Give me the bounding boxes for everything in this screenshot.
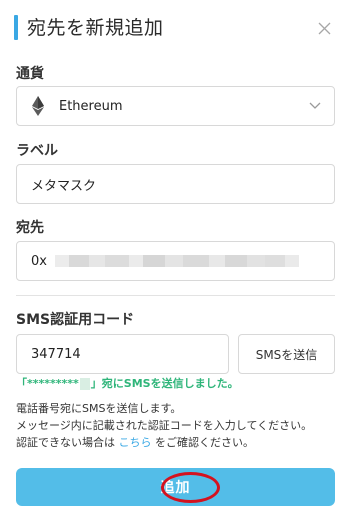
sms-sent-message: 「********* 」宛にSMSを送信しました。 bbox=[16, 374, 239, 394]
note-line-3: 認証できない場合は こちら をご確認ください。 bbox=[16, 434, 312, 451]
sms-sent-suffix: 」宛にSMSを送信しました。 bbox=[90, 377, 239, 390]
address-prefix: 0x bbox=[31, 253, 47, 269]
note-line-3-prefix: 認証できない場合は bbox=[16, 436, 119, 449]
destination-address-input[interactable]: 0x bbox=[16, 241, 335, 281]
note-line-2: メッセージ内に記載された認証コードを入力してください。 bbox=[16, 419, 313, 432]
highlight-circle-annotation bbox=[161, 472, 220, 503]
close-icon[interactable] bbox=[312, 16, 336, 40]
label-field-label: ラベル bbox=[16, 143, 58, 159]
sms-instructions: 電話番号宛にSMSを送信します。 メッセージ内に記載された認証コードを入力してく… bbox=[16, 400, 312, 451]
destination-label: 宛先 bbox=[16, 220, 44, 236]
modal-title: 宛先を新規追加 bbox=[27, 17, 164, 39]
send-sms-button[interactable]: SMSを送信 bbox=[238, 334, 335, 374]
redacted-phone-block bbox=[79, 378, 90, 390]
sms-sent-prefix: 「********* bbox=[16, 377, 79, 390]
help-link[interactable]: こちら bbox=[119, 436, 152, 449]
title-accent-bar bbox=[14, 15, 18, 40]
note-line-3-suffix: をご確認ください。 bbox=[151, 436, 254, 449]
address-redacted bbox=[54, 255, 299, 267]
currency-select[interactable]: Ethereum bbox=[16, 86, 335, 126]
add-button[interactable]: 追加 bbox=[16, 468, 335, 506]
ethereum-icon bbox=[29, 95, 47, 117]
note-line-1: 電話番号宛にSMSを送信します。 bbox=[16, 402, 182, 415]
section-divider bbox=[16, 295, 335, 296]
currency-label: 通貨 bbox=[16, 66, 44, 82]
sms-code-input[interactable]: 347714 bbox=[16, 334, 229, 374]
chevron-down-icon bbox=[308, 99, 322, 113]
currency-selected-value: Ethereum bbox=[59, 98, 123, 114]
label-input[interactable]: メタマスク bbox=[16, 164, 335, 204]
sms-code-label: SMS認証用コード bbox=[16, 312, 135, 328]
modal-header: 宛先を新規追加 bbox=[0, 0, 350, 58]
